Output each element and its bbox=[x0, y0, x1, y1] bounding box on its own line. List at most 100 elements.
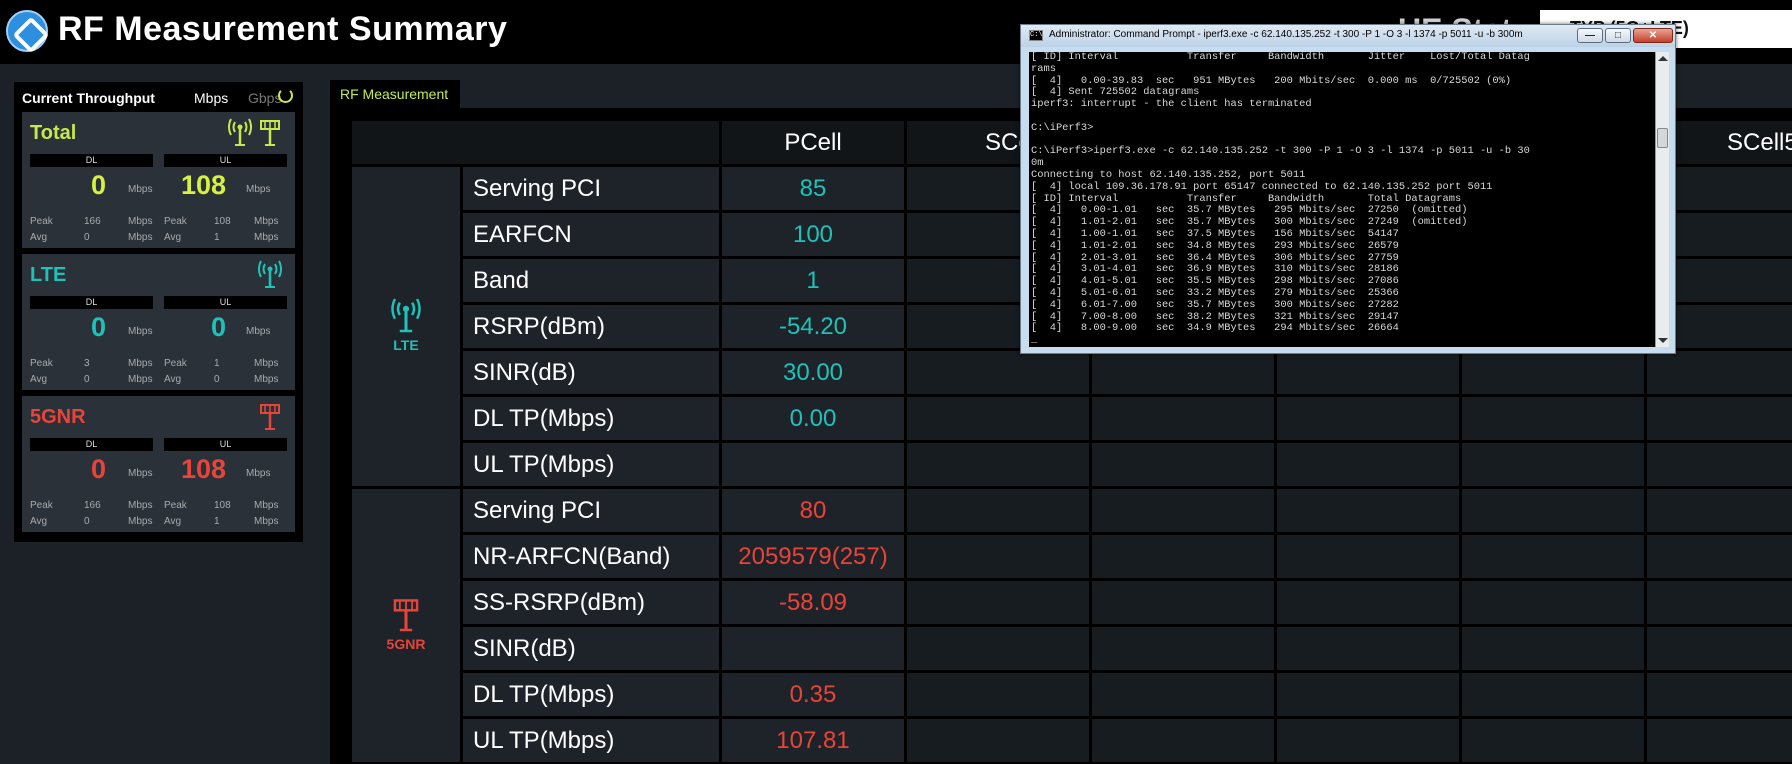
ul-value: 108 bbox=[180, 170, 226, 200]
scroll-up-icon[interactable] bbox=[1658, 56, 1668, 61]
ul-header: UL bbox=[164, 296, 287, 309]
card-name: Total bbox=[30, 122, 77, 144]
unit-mbps-toggle[interactable]: Mbps bbox=[194, 90, 228, 106]
terminal-line: C:\iPerf3> bbox=[1031, 121, 1094, 134]
ul-avg-value: 1 bbox=[214, 232, 220, 243]
ul-peak-value: 1 bbox=[214, 358, 220, 369]
empty-cell bbox=[907, 397, 1089, 440]
empty-cell bbox=[1092, 581, 1274, 624]
ul-peak-label: Peak bbox=[164, 216, 187, 227]
empty-cell bbox=[1647, 581, 1792, 624]
dl-peak-value: 3 bbox=[84, 358, 90, 369]
dl-unit: Mbps bbox=[128, 326, 153, 337]
terminal-line: [ ID] Interval Transfer Bandwidth Jitter… bbox=[1031, 52, 1530, 63]
card-name: LTE bbox=[30, 264, 67, 286]
lte-tower-icon bbox=[257, 260, 283, 288]
throughput-card-total: Total DL UL 0 Mbps 108 Mbps Peak 166 Mbps Peak 108 M… bbox=[22, 112, 295, 248]
pcell-value: 80 bbox=[722, 489, 904, 532]
card-name: 5GNR bbox=[30, 406, 86, 428]
dl-peak-label: Peak bbox=[30, 358, 53, 369]
card-icons bbox=[257, 260, 283, 290]
ul-avg-label: Avg bbox=[164, 232, 182, 243]
empty-cell bbox=[1277, 443, 1459, 486]
empty-cell bbox=[1462, 489, 1644, 532]
unit-gbps-toggle[interactable]: Gbps bbox=[248, 90, 281, 106]
ul-header: UL bbox=[164, 438, 287, 451]
terminal-line: C:\iPerf3>iperf3.exe -c 62.140.135.252 -… bbox=[1031, 145, 1530, 158]
dl-peak-label: Peak bbox=[30, 216, 53, 227]
empty-cell bbox=[1462, 719, 1644, 762]
row-label: UL TP(Mbps) bbox=[463, 443, 719, 486]
empty-cell bbox=[1462, 673, 1644, 716]
dl-avg-unit: Mbps bbox=[128, 374, 153, 385]
dl-avg-label: Avg bbox=[30, 374, 48, 385]
empty-cell bbox=[1277, 581, 1459, 624]
ul-value: 0 bbox=[210, 312, 226, 342]
empty-cell bbox=[1092, 673, 1274, 716]
row-label: SINR(dB) bbox=[463, 627, 719, 670]
empty-cell bbox=[1462, 627, 1644, 670]
ul-value: 108 bbox=[180, 454, 226, 484]
ul-peak-unit: Mbps bbox=[254, 500, 279, 511]
terminal-line: _ bbox=[1031, 334, 1038, 347]
row-label: UL TP(Mbps) bbox=[463, 719, 719, 762]
dl-peak-value: 166 bbox=[84, 216, 101, 227]
empty-cell bbox=[1647, 489, 1792, 532]
lte-tower-icon bbox=[227, 118, 253, 146]
empty-cell bbox=[907, 443, 1089, 486]
pcell-value: 85 bbox=[722, 167, 904, 210]
refresh-icon[interactable] bbox=[278, 88, 293, 103]
ul-avg-value: 0 bbox=[214, 374, 220, 385]
empty-cell bbox=[1277, 397, 1459, 440]
dl-value: 0 bbox=[90, 454, 106, 484]
dl-unit: Mbps bbox=[128, 468, 153, 479]
tab-rf-measurement-label: RF Measurement bbox=[340, 86, 449, 102]
pcell-value: 0.35 bbox=[722, 673, 904, 716]
ul-unit: Mbps bbox=[246, 326, 271, 337]
empty-cell bbox=[1092, 351, 1274, 394]
minimize-button[interactable]: — bbox=[1577, 28, 1603, 43]
dl-header: DL bbox=[30, 154, 153, 167]
empty-cell bbox=[907, 627, 1089, 670]
empty-cell bbox=[907, 673, 1089, 716]
pcell-value: 1 bbox=[722, 259, 904, 302]
scroll-thumb[interactable] bbox=[1657, 128, 1668, 148]
minimize-icon: — bbox=[1585, 30, 1595, 41]
terminal-scrollbar[interactable] bbox=[1655, 52, 1669, 347]
empty-cell bbox=[1462, 535, 1644, 578]
empty-cell bbox=[1092, 443, 1274, 486]
tab-rf-measurement[interactable]: RF Measurement bbox=[330, 80, 460, 108]
empty-cell bbox=[1277, 673, 1459, 716]
empty-cell bbox=[1647, 397, 1792, 440]
ul-avg-label: Avg bbox=[164, 374, 182, 385]
row-label: DL TP(Mbps) bbox=[463, 397, 719, 440]
window-titlebar[interactable]: C:\ Administrator: Command Prompt - iper… bbox=[1021, 25, 1675, 47]
card-icons bbox=[257, 402, 283, 432]
throughput-card-lte: LTE DL UL 0 Mbps 0 Mbps Peak 3 Mbps Peak 1 Mbps Avg 0 M… bbox=[22, 254, 295, 390]
cmd-icon: C:\ bbox=[1029, 30, 1043, 41]
empty-cell bbox=[1092, 627, 1274, 670]
throughput-panel: Current Throughput Mbps Gbps Total DL UL 0 M… bbox=[14, 82, 303, 542]
empty-cell bbox=[1092, 489, 1274, 532]
close-button[interactable]: ✕ bbox=[1633, 28, 1673, 43]
dl-peak-unit: Mbps bbox=[128, 500, 153, 511]
terminal-output[interactable]: [ ID] Interval Transfer Bandwidth Jitter… bbox=[1029, 52, 1655, 347]
pcell-value bbox=[722, 443, 904, 486]
scroll-down-icon[interactable] bbox=[1658, 338, 1668, 343]
dl-header: DL bbox=[30, 438, 153, 451]
empty-cell bbox=[1647, 351, 1792, 394]
maximize-button[interactable]: □ bbox=[1605, 28, 1631, 43]
row-label: DL TP(Mbps) bbox=[463, 673, 719, 716]
ul-peak-value: 108 bbox=[214, 500, 231, 511]
empty-cell bbox=[1647, 535, 1792, 578]
empty-cell bbox=[1092, 397, 1274, 440]
row-label: SINR(dB) bbox=[463, 351, 719, 394]
row-label: Band bbox=[463, 259, 719, 302]
dl-avg-unit: Mbps bbox=[128, 232, 153, 243]
empty-cell bbox=[1092, 719, 1274, 762]
dl-peak-label: Peak bbox=[30, 500, 53, 511]
ul-peak-label: Peak bbox=[164, 500, 187, 511]
ul-peak-unit: Mbps bbox=[254, 358, 279, 369]
command-prompt-window[interactable]: C:\ Administrator: Command Prompt - iper… bbox=[1020, 24, 1676, 354]
ul-unit: Mbps bbox=[246, 468, 271, 479]
